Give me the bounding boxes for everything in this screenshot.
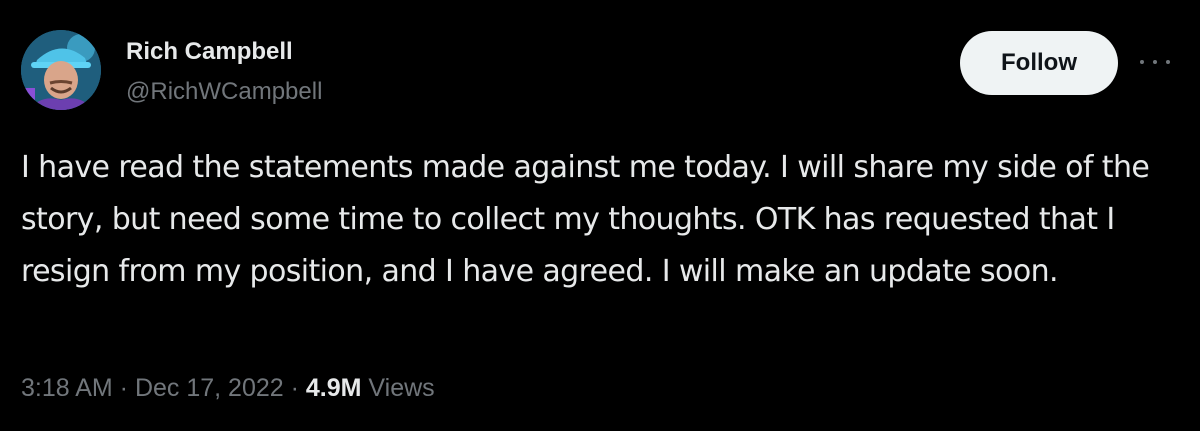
follow-button[interactable]: Follow: [960, 31, 1118, 95]
avatar[interactable]: [21, 30, 101, 110]
meta-separator: ·: [283, 374, 306, 402]
views-label: Views: [361, 374, 435, 402]
ellipsis-icon[interactable]: [1140, 50, 1170, 74]
user-handle[interactable]: @RichWCampbell: [126, 78, 322, 106]
tweet-text: I have read the statements made against …: [21, 150, 1150, 289]
views-count[interactable]: 4.9M: [306, 374, 362, 402]
tweet-date[interactable]: Dec 17, 2022: [135, 374, 284, 402]
tweet-meta: 3:18 AM · Dec 17, 2022 · 4.9M Views: [21, 372, 435, 404]
tweet-time[interactable]: 3:18 AM: [21, 374, 113, 402]
meta-separator: ·: [112, 374, 135, 402]
display-name[interactable]: Rich Campbell: [126, 38, 293, 66]
